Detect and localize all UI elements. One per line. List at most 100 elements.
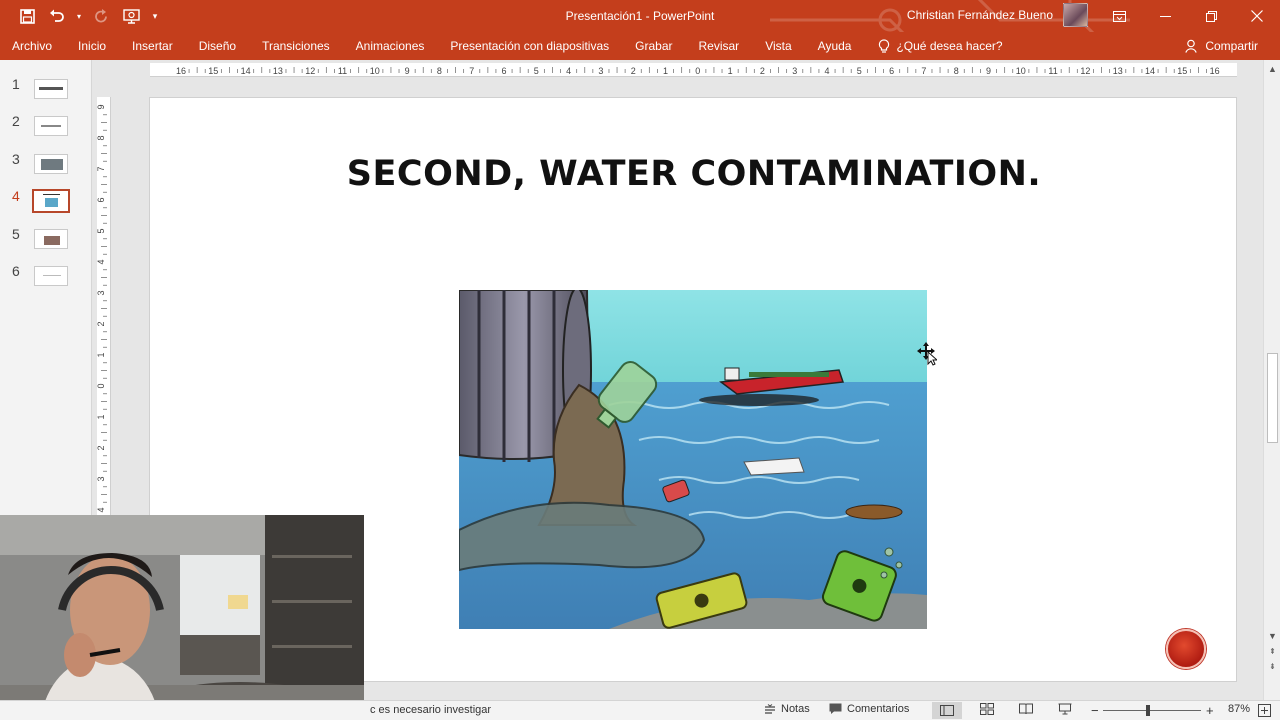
ribbon-display-options-button[interactable] bbox=[1096, 0, 1142, 32]
thumbnail-number: 3 bbox=[12, 151, 20, 167]
thumbnail-preview bbox=[34, 154, 68, 174]
share-button[interactable]: Compartir bbox=[1185, 32, 1258, 60]
zoom-out-button[interactable]: − bbox=[1091, 703, 1099, 718]
reading-view-button[interactable] bbox=[1019, 703, 1033, 715]
thumbnail-slide-6[interactable]: 6 bbox=[0, 263, 92, 289]
thumbnail-number: 4 bbox=[12, 188, 20, 204]
fit-slide-button[interactable] bbox=[1258, 704, 1271, 717]
redo-button[interactable] bbox=[88, 4, 114, 28]
notes-button[interactable]: Notas bbox=[764, 703, 810, 715]
zoom-in-button[interactable]: + bbox=[1206, 703, 1214, 718]
ruler-label: 11 bbox=[1048, 66, 1057, 76]
ruler-label: 9 bbox=[986, 66, 991, 76]
slide-sorter-icon bbox=[980, 703, 994, 715]
close-button[interactable] bbox=[1234, 0, 1280, 32]
lightbulb-icon bbox=[879, 38, 890, 53]
minimize-button[interactable] bbox=[1142, 0, 1188, 32]
save-icon bbox=[19, 8, 35, 24]
next-slide-button[interactable]: ⇟ bbox=[1266, 660, 1279, 673]
notes-icon bbox=[765, 703, 775, 714]
slide-sorter-view-button[interactable] bbox=[980, 703, 994, 715]
slideshow-view-button[interactable] bbox=[1058, 703, 1072, 715]
thumbnail-slide-2[interactable]: 2 bbox=[0, 113, 92, 139]
start-from-beginning-button[interactable] bbox=[118, 4, 144, 28]
ruler-label: 0 bbox=[695, 66, 700, 76]
plus-icon: + bbox=[1206, 703, 1214, 718]
tab-presentacion[interactable]: Presentación con diapositivas bbox=[437, 32, 622, 60]
previous-slide-button[interactable]: ⇞ bbox=[1266, 645, 1279, 658]
ruler-label: 5 bbox=[534, 66, 539, 76]
ruler-ticks: 9 8 7 6 5 4 3 2 1 0 1 2 3 4 bbox=[97, 104, 107, 513]
ruler-label: 9 bbox=[97, 104, 106, 109]
thumbnail-slide-4[interactable]: 4 bbox=[0, 188, 92, 214]
horizontal-ruler: 16 15 14 13 12 11 10 9 8 7 6 5 4 3 2 1 0 1 2 3 4 5 6 7 8 9 10 11 12 1… bbox=[150, 63, 1237, 77]
comment-icon bbox=[829, 703, 842, 714]
comments-label: Comentarios bbox=[847, 703, 910, 715]
slide-title[interactable]: SECOND, WATER CONTAMINATION. bbox=[150, 154, 1238, 194]
ruler-label: 1 bbox=[728, 66, 733, 76]
tab-vista[interactable]: Vista bbox=[752, 32, 804, 60]
customize-toolbar-button[interactable]: ▾ bbox=[148, 4, 162, 28]
undo-dropdown-button[interactable]: ▾ bbox=[74, 4, 84, 28]
tab-insertar[interactable]: Insertar bbox=[119, 32, 186, 60]
tab-animaciones[interactable]: Animaciones bbox=[343, 32, 438, 60]
ruler-label: 8 bbox=[954, 66, 959, 76]
tab-grabar[interactable]: Grabar bbox=[622, 32, 685, 60]
ruler-label: 9 bbox=[405, 66, 410, 76]
minus-icon: − bbox=[1091, 703, 1099, 718]
tell-me-box[interactable]: ¿Qué desea hacer? bbox=[878, 38, 1003, 54]
slideshow-view-icon bbox=[1058, 703, 1072, 715]
ruler-label: 6 bbox=[501, 66, 506, 76]
ruler-label: 6 bbox=[97, 197, 106, 202]
scrollbar-thumb[interactable] bbox=[1267, 353, 1278, 443]
status-message: c es necesario investigar bbox=[370, 704, 492, 716]
water-pollution-illustration[interactable] bbox=[459, 290, 927, 629]
ruler-label: 11 bbox=[338, 66, 347, 76]
avatar[interactable] bbox=[1063, 3, 1088, 27]
status-bar: c es necesario investigar Notas Comentar… bbox=[0, 700, 1280, 720]
vertical-scrollbar[interactable]: ▲ ▼ ⇞ ⇟ bbox=[1263, 60, 1280, 700]
save-button[interactable] bbox=[14, 4, 40, 28]
ruler-label: 5 bbox=[857, 66, 862, 76]
window-controls bbox=[1096, 0, 1280, 32]
webcam-overlay bbox=[0, 515, 364, 720]
thumbnail-slide-1[interactable]: 1 bbox=[0, 76, 92, 102]
comments-button[interactable]: Comentarios bbox=[829, 703, 909, 715]
scroll-up-button[interactable]: ▲ bbox=[1266, 63, 1279, 76]
tab-revisar[interactable]: Revisar bbox=[686, 32, 753, 60]
restore-button[interactable] bbox=[1188, 0, 1234, 32]
record-button[interactable] bbox=[1166, 629, 1206, 669]
zoom-slider[interactable] bbox=[1103, 710, 1201, 711]
ruler-label: 10 bbox=[370, 66, 380, 76]
ruler-label: 13 bbox=[273, 66, 283, 76]
scroll-down-button[interactable]: ▼ bbox=[1266, 630, 1279, 643]
move-cursor-icon bbox=[917, 342, 937, 366]
thumbnail-slide-3[interactable]: 3 bbox=[0, 151, 92, 177]
ruler-label: 15 bbox=[208, 66, 218, 76]
ruler-label: 2 bbox=[760, 66, 765, 76]
thumbnail-preview bbox=[32, 189, 70, 213]
ruler-label: 14 bbox=[1145, 66, 1155, 76]
tab-ayuda[interactable]: Ayuda bbox=[805, 32, 865, 60]
illustration-art bbox=[459, 290, 927, 629]
zoom-level[interactable]: 87% bbox=[1228, 703, 1250, 715]
zoom-slider-handle[interactable] bbox=[1146, 705, 1150, 716]
normal-view-icon bbox=[940, 705, 954, 716]
thumbnail-slide-5[interactable]: 5 bbox=[0, 226, 92, 252]
ruler-label: 4 bbox=[97, 259, 106, 264]
tab-inicio[interactable]: Inicio bbox=[65, 32, 119, 60]
undo-button[interactable] bbox=[44, 4, 70, 28]
ruler-ticks: 16 15 14 13 12 11 10 9 8 7 6 5 4 3 2 1 0 1 2 3 4 5 6 7 8 9 10 11 12 1… bbox=[176, 66, 1220, 76]
double-chevron-up-icon: ⇞ bbox=[1269, 647, 1276, 656]
normal-view-button[interactable] bbox=[932, 702, 962, 719]
tab-transiciones[interactable]: Transiciones bbox=[249, 32, 343, 60]
ruler-label: 6 bbox=[889, 66, 894, 76]
thumbnail-number: 2 bbox=[12, 113, 20, 129]
vertical-ruler: 9 8 7 6 5 4 3 2 1 0 1 2 3 4 bbox=[97, 97, 111, 517]
ruler-label: 1 bbox=[97, 352, 106, 357]
ribbon-display-icon bbox=[1112, 10, 1126, 22]
tab-archivo[interactable]: Archivo bbox=[0, 32, 65, 60]
user-name[interactable]: Christian Fernández Bueno bbox=[907, 8, 1053, 22]
thumbnail-preview bbox=[34, 229, 68, 249]
tab-diseno[interactable]: Diseño bbox=[186, 32, 249, 60]
